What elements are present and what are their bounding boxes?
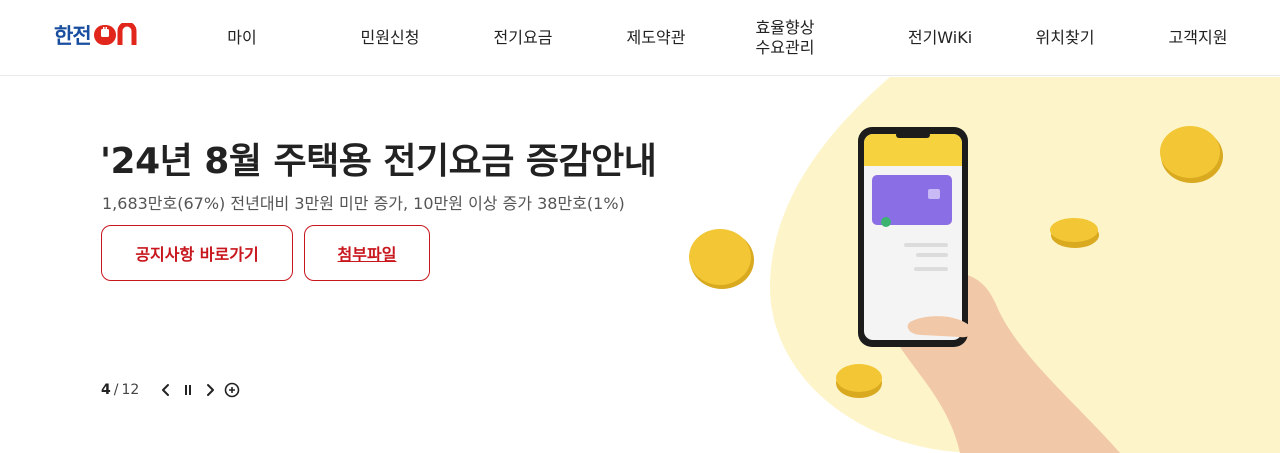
chevron-right-icon[interactable] xyxy=(199,379,221,401)
hero-banner: '24년 8월 주택용 전기요금 증감안내 1,683만호(67%) 전년대비 … xyxy=(0,77,1280,453)
hero-subtitle: 1,683만호(67%) 전년대비 3만원 미만 증가, 10만원 이상 증가 … xyxy=(102,194,625,213)
hero-title: '24년 8월 주택용 전기요금 증감안내 xyxy=(100,141,657,182)
plus-circle-icon[interactable] xyxy=(221,379,243,401)
notice-link-button[interactable]: 공지사항 바로가기 xyxy=(101,225,293,281)
main-nav: 마이 민원신청 전기요금 제도약관 효율향상 수요관리 전기WiKi 위치찾기 … xyxy=(0,0,1280,76)
phone-illustration xyxy=(858,127,968,347)
slide-pager: 4 / 12 xyxy=(101,379,243,401)
nav-item-terms[interactable]: 제도약관 xyxy=(616,0,696,76)
attachment-button[interactable]: 첨부파일 xyxy=(304,225,430,281)
slide-separator: / xyxy=(113,382,119,398)
pause-icon[interactable] xyxy=(177,379,199,401)
nav-item-electricity-bill[interactable]: 전기요금 xyxy=(483,0,563,76)
nav-item-wiki[interactable]: 전기WiKi xyxy=(897,0,983,76)
nav-item-support[interactable]: 고객지원 xyxy=(1158,0,1238,76)
slide-total: 12 xyxy=(121,382,140,398)
nav-item-location[interactable]: 위치찾기 xyxy=(1025,0,1105,76)
chevron-left-icon[interactable] xyxy=(155,379,177,401)
nav-item-civil-service[interactable]: 민원신청 xyxy=(350,0,430,76)
site-header: 한전 마이 민원신청 전기요금 제도약관 효율향상 수요관리 전기WiKi 위치… xyxy=(0,0,1280,76)
hero-illustration xyxy=(689,77,1280,453)
nav-item-my[interactable]: 마이 xyxy=(212,0,272,76)
slide-current: 4 xyxy=(101,382,111,398)
nav-item-efficiency[interactable]: 효율향상 수요관리 xyxy=(745,0,825,76)
